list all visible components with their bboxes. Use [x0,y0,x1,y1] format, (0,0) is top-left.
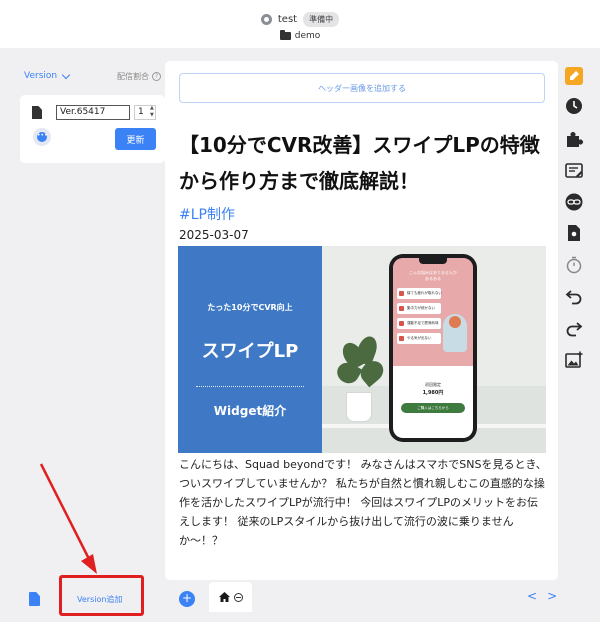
redo-button[interactable] [563,317,585,339]
folder-icon [279,30,291,40]
phone-heading-line2: あるある [425,276,441,281]
phone-item: 寝ても疲れが取れない [397,288,442,299]
hero-image[interactable]: たった10分でCVR向上 スワイプLP Widget紹介 こんな悩みはありません… [178,246,546,453]
plant-pot [346,392,372,422]
update-button[interactable]: 更新 [115,128,156,150]
distribution-ratio-label: 配信割合 ? [117,71,161,82]
history-icon [566,98,582,114]
phone-purchase-button: ご購入はこちらから [401,403,465,413]
folder-name[interactable]: demo [295,31,321,41]
phone-item: 運動不足で肥満気味 [397,318,441,329]
page-settings-tool-button[interactable] [563,222,585,244]
project-name[interactable]: test [278,14,297,25]
hero-divider [196,386,304,387]
phone-item: 集中力が続かない [397,303,441,314]
plugin-tool-button[interactable] [563,128,585,150]
hero-photo: こんな悩みはありませんか あるある 寝ても疲れが取れない 集中力が続かない 運動… [322,246,546,453]
next-page-button[interactable]: > [547,589,557,603]
phone-mockup: こんな悩みはありませんか あるある 寝ても疲れが取れない 集中力が続かない 運動… [389,254,477,442]
timer-tool-button[interactable] [563,254,585,276]
project-icon [260,14,272,25]
hero-bottom-text: Widget紹介 [213,404,287,418]
add-header-image-button[interactable]: ヘッダー画像を追加する [179,73,545,103]
phone-character-illustration [443,314,467,352]
phone-heading: こんな悩みはありませんか あるある [393,270,473,282]
text-edit-tool-button[interactable] [563,160,585,182]
more-icon: ••• [37,132,48,142]
undo-icon [565,290,582,305]
history-tool-button[interactable] [563,95,585,117]
annotation-highlight-box [59,575,144,616]
edit-tool-button[interactable] [563,65,585,87]
remove-page-icon[interactable] [234,592,243,602]
edit-icon [565,67,583,85]
timer-icon [566,256,582,274]
image-tool-button[interactable] [563,349,585,371]
text-edit-icon [565,163,583,178]
project-row[interactable]: test 準備中 [0,12,600,27]
settings-icon [568,225,580,241]
folder-row[interactable]: demo [0,30,600,41]
help-icon[interactable]: ? [152,72,161,81]
phone-limited-offer: 初回限定 [425,382,441,387]
phone-notch [419,258,447,264]
undo-button[interactable] [563,285,585,307]
home-icon [219,592,230,602]
article-body[interactable]: こんにちは、Squad beyondです！ みなさんはスマホでSNSを見るとき、… [179,455,547,550]
article-title[interactable]: 【10分でCVR改善】スワイプLPの特徴から作り方まで徹底解説！ [179,127,545,199]
phone-item: やる気が出ない [397,333,441,344]
page-tab-home[interactable] [209,582,252,612]
link-icon [565,193,583,211]
image-icon [565,351,583,368]
ratio-stepper[interactable]: ▲ ▼ [150,105,156,119]
version-name-input[interactable]: Ver.65417 [56,105,130,120]
add-document-icon[interactable] [29,592,40,606]
version-card: Ver.65417 1 ▲ ▼ ••• 更新 [20,95,165,163]
article-date: 2025-03-07 [179,228,249,242]
article-tag[interactable]: #LP制作 [179,204,235,224]
top-bar: test 準備中 demo [0,0,600,48]
puzzle-icon [567,132,583,147]
chevron-down-icon [61,70,71,79]
more-options-button[interactable]: ••• [33,128,51,146]
hero-left-panel: たった10分でCVR向上 スワイプLP Widget紹介 [178,246,322,453]
editor-canvas: ヘッダー画像を追加する 【10分でCVR改善】スワイプLPの特徴から作り方まで徹… [165,61,558,580]
add-page-button[interactable]: + [179,591,195,607]
page-navigation: < > [527,589,557,603]
status-badge: 準備中 [303,12,340,27]
hero-subtitle: たった10分でCVR向上 [207,303,293,312]
link-tool-button[interactable] [563,191,585,213]
previous-page-button[interactable]: < [527,589,537,603]
distribution-ratio-text: 配信割合 [117,72,149,81]
redo-icon [566,322,583,337]
phone-price: 1,980円 [422,390,444,396]
hero-main-text: スワイプLP [201,341,299,362]
phone-screen: こんな悩みはありませんか あるある 寝ても疲れが取れない 集中力が続かない 運動… [393,258,473,438]
version-dropdown-label: Version [24,71,58,81]
plant-illustration [333,332,388,392]
phone-pink-section: こんな悩みはありませんか あるある 寝ても疲れが取れない 集中力が続かない 運動… [393,258,473,366]
version-dropdown[interactable]: Version [24,70,71,81]
document-icon [32,106,42,119]
